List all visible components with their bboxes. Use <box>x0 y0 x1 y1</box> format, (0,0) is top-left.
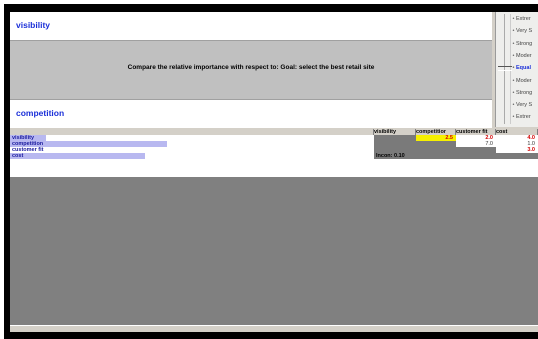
scale-item[interactable]: • Strong <box>512 90 533 96</box>
comparison-question: Compare the relative importance with res… <box>127 64 375 71</box>
table-row[interactable]: cost Incon: 0.10 <box>10 153 538 159</box>
scale-item[interactable]: • Moder <box>512 53 532 59</box>
scale-item[interactable]: • Moder <box>512 78 532 84</box>
scale-item[interactable]: • Very S <box>512 28 533 34</box>
matrix-cell-empty <box>416 153 456 159</box>
matrix-cell-empty <box>456 153 496 159</box>
row-weight-bar <box>10 153 145 159</box>
scale-item[interactable]: • Very S <box>512 102 533 108</box>
top-element-box[interactable]: visibility <box>10 12 492 41</box>
comparison-panel: visibility Compare the relative importan… <box>10 12 492 128</box>
verbal-scale[interactable]: • Extrer • Very S • Strong • Moder • Equal • Moder •… <box>495 12 538 127</box>
scale-item[interactable]: • Equal <box>512 65 531 71</box>
scale-item[interactable]: • Strong <box>512 41 533 47</box>
empty-work-area <box>10 177 538 325</box>
bottom-element-box[interactable]: competition <box>10 99 492 128</box>
bottom-element-label: competition <box>16 108 65 118</box>
scale-slider-handle[interactable] <box>498 66 512 71</box>
top-element-label: visibility <box>16 20 51 30</box>
scale-item[interactable]: • Extrer <box>512 114 531 120</box>
inconsistency-value: Incon: 0.10 <box>374 153 416 159</box>
window-frame: visibility Compare the relative importan… <box>4 4 538 339</box>
comparison-screen: visibility Compare the relative importan… <box>10 12 538 332</box>
matrix-cell-diagonal <box>496 153 538 159</box>
scale-item[interactable]: • Extrer <box>512 16 531 22</box>
row-label-cost: cost <box>10 153 374 159</box>
status-bar <box>10 325 538 332</box>
pairwise-matrix: visibility competitior customer fit cost… <box>10 129 538 177</box>
